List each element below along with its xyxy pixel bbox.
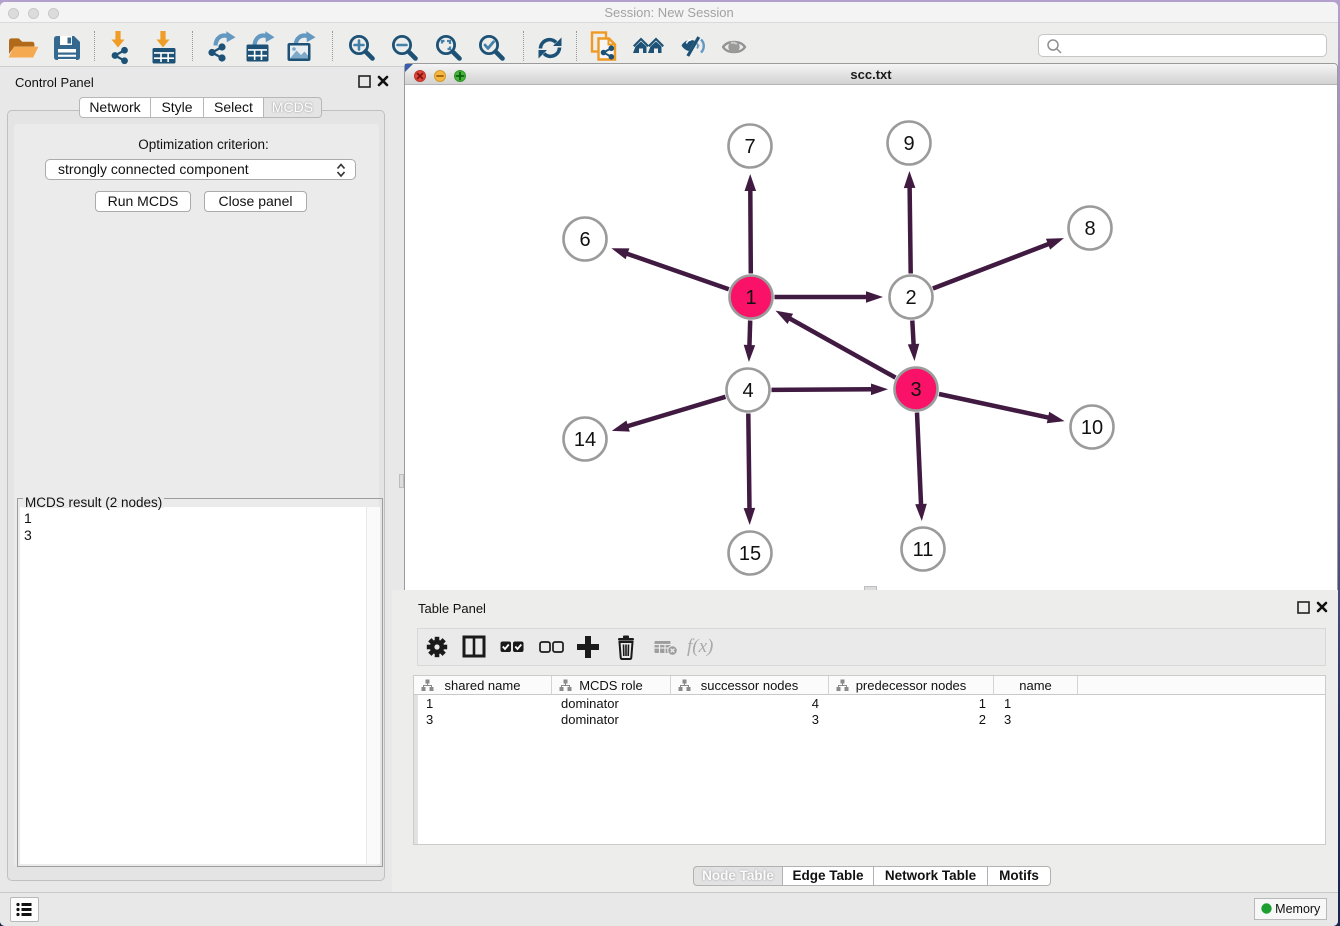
- svg-text:1: 1: [745, 287, 756, 309]
- svg-text:9: 9: [903, 133, 914, 155]
- svg-text:11: 11: [913, 539, 934, 561]
- svg-text:2: 2: [905, 287, 916, 309]
- svg-text:3: 3: [910, 379, 921, 401]
- svg-text:7: 7: [744, 136, 755, 158]
- svg-text:10: 10: [1081, 417, 1103, 439]
- svg-text:6: 6: [579, 229, 590, 251]
- svg-text:15: 15: [739, 543, 761, 565]
- svg-text:14: 14: [574, 429, 596, 451]
- svg-text:4: 4: [742, 380, 753, 402]
- svg-text:8: 8: [1084, 218, 1095, 240]
